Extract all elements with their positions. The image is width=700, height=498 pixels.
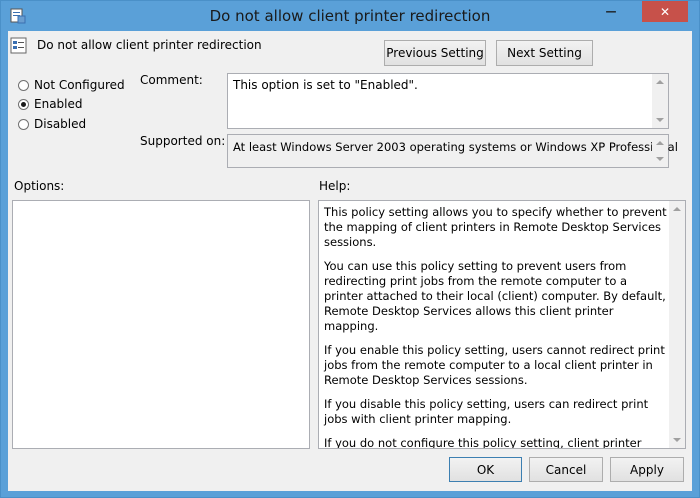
apply-button[interactable]: Apply xyxy=(610,457,684,482)
supported-on-label: Supported on: xyxy=(140,134,226,148)
radio-label: Enabled xyxy=(34,97,83,111)
help-panel: This policy setting allows you to specif… xyxy=(318,200,686,449)
setting-name: Do not allow client printer redirection xyxy=(37,38,262,52)
setting-icon xyxy=(10,37,28,55)
scroll-down-icon[interactable] xyxy=(673,438,681,442)
previous-setting-button[interactable]: Previous Setting xyxy=(384,40,486,66)
scroll-up-icon[interactable] xyxy=(656,141,664,145)
close-icon: ✕ xyxy=(659,4,671,19)
policy-dialog-window: Do not allow client printer redirection … xyxy=(0,0,700,498)
help-paragraph: If you disable this policy setting, user… xyxy=(324,397,649,426)
help-paragraph: If you do not configure this policy sett… xyxy=(324,436,642,449)
options-panel xyxy=(12,200,310,449)
radio-circle xyxy=(18,118,29,130)
radio-circle xyxy=(18,98,29,110)
options-label: Options: xyxy=(14,179,65,193)
next-setting-button[interactable]: Next Setting xyxy=(496,40,593,66)
help-paragraph: If you enable this policy setting, users… xyxy=(324,343,665,387)
ok-button[interactable]: OK xyxy=(449,457,522,482)
comment-textarea[interactable]: This option is set to "Enabled". xyxy=(227,73,669,129)
help-paragraph: You can use this policy setting to preve… xyxy=(324,259,666,333)
help-paragraph: This policy setting allows you to specif… xyxy=(324,205,667,249)
help-text: This policy setting allows you to specif… xyxy=(324,205,669,449)
scroll-up-icon[interactable] xyxy=(673,207,681,211)
comment-label: Comment: xyxy=(140,73,203,87)
scroll-down-icon[interactable] xyxy=(656,157,664,161)
scroll-up-icon[interactable] xyxy=(656,80,664,84)
dialog-client-area: Do not allow client printer redirection … xyxy=(8,31,692,491)
supported-on-text: At least Windows Server 2003 operating s… xyxy=(233,140,678,154)
radio-selected-dot xyxy=(21,101,26,107)
radio-disabled[interactable]: Disabled xyxy=(18,117,86,131)
radio-enabled[interactable]: Enabled xyxy=(18,97,83,111)
supported-on-field: At least Windows Server 2003 operating s… xyxy=(227,134,678,168)
supported-scrollbar[interactable] xyxy=(652,135,668,167)
help-label: Help: xyxy=(319,179,351,193)
help-scrollbar[interactable] xyxy=(669,201,685,448)
title-bar[interactable]: Do not allow client printer redirection … xyxy=(1,1,699,31)
cancel-button[interactable]: Cancel xyxy=(529,457,603,482)
window-title: Do not allow client printer redirection xyxy=(209,7,491,25)
comment-text: This option is set to "Enabled". xyxy=(233,78,418,92)
radio-label: Disabled xyxy=(34,117,87,131)
close-button[interactable]: ✕ xyxy=(642,1,688,22)
radio-not-configured[interactable]: Not Configured xyxy=(18,78,125,92)
comment-scrollbar[interactable] xyxy=(652,74,668,128)
minimize-button[interactable]: — xyxy=(598,1,624,22)
radio-circle xyxy=(18,79,29,91)
radio-label: Not Configured xyxy=(34,78,125,92)
scroll-down-icon[interactable] xyxy=(656,118,664,122)
minimize-icon: — xyxy=(605,5,617,18)
